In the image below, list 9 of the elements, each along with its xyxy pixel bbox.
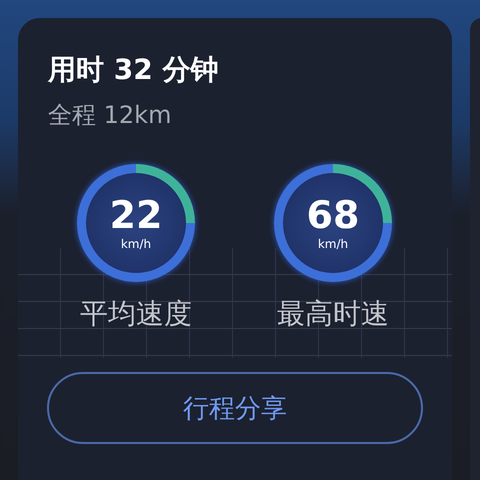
trip-distance: 全程 12km <box>48 100 172 131</box>
speed-value: 68 <box>306 194 360 236</box>
trip-duration: 用时 32 分钟 <box>48 52 220 88</box>
share-button[interactable]: 行程分享 <box>47 372 423 444</box>
speed-unit: km/h <box>318 236 348 252</box>
stat-label: 平均速度 <box>80 296 192 332</box>
stat-label: 最高时速 <box>277 296 389 332</box>
speed-unit: km/h <box>120 236 152 252</box>
speed-value: 22 <box>110 194 162 236</box>
